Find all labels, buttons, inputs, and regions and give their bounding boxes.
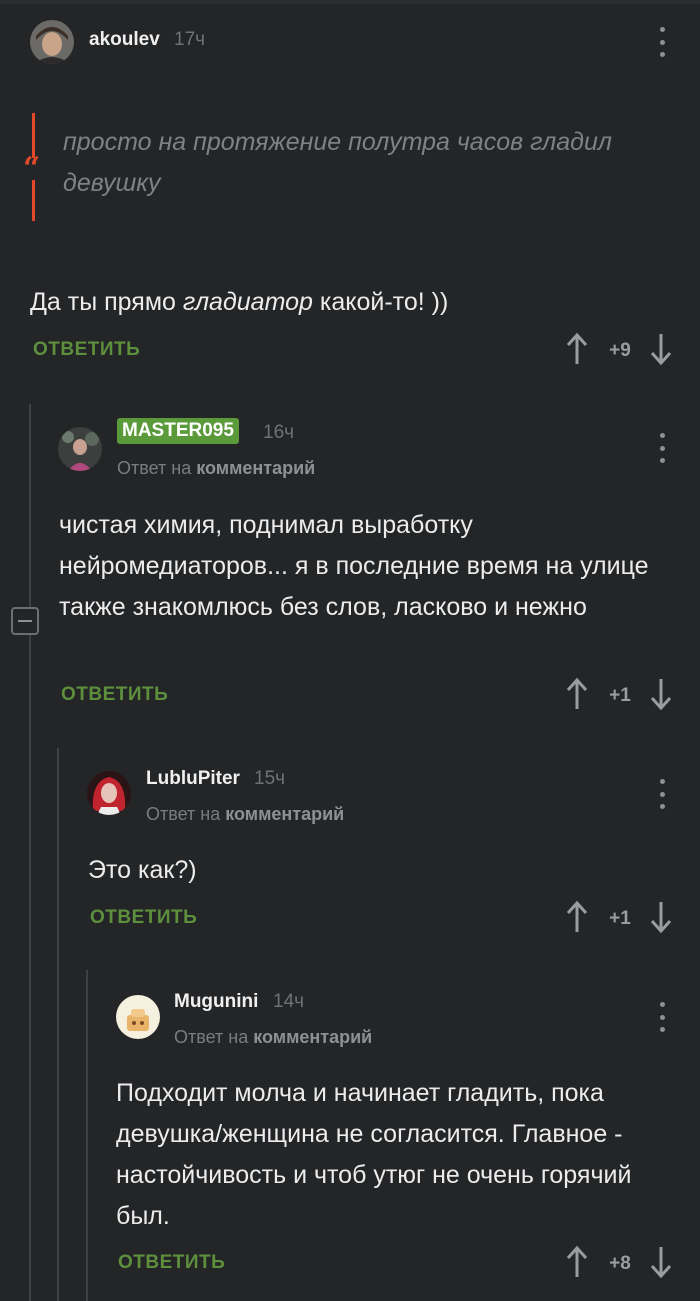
more-options-icon[interactable]: [656, 1002, 668, 1032]
reply-to-line: Ответ на комментарий: [146, 804, 345, 824]
username[interactable]: LubluPiter: [146, 768, 240, 790]
reply-to-link[interactable]: комментарий: [196, 458, 315, 478]
avatar[interactable]: [87, 771, 131, 815]
avatar[interactable]: [30, 20, 74, 64]
upvote-arrow-icon[interactable]: [565, 1245, 589, 1279]
thread-line-level-1: [29, 404, 31, 1301]
comment-time: 14ч: [273, 991, 305, 1012]
downvote-arrow-icon[interactable]: [649, 1245, 673, 1279]
comment-text: Это как?): [88, 856, 197, 884]
username[interactable]: Mugunini: [174, 991, 258, 1013]
username[interactable]: akoulev: [89, 29, 160, 51]
upvote-arrow-icon[interactable]: [565, 677, 589, 711]
reply-button[interactable]: ОТВЕТИТЬ: [90, 907, 197, 929]
avatar[interactable]: [116, 995, 160, 1039]
avatar[interactable]: [58, 427, 102, 471]
rating-count: +1: [609, 685, 631, 706]
downvote-arrow-icon[interactable]: [649, 900, 673, 934]
downvote-arrow-icon[interactable]: [649, 677, 673, 711]
comment-text: чистая химия, поднимал выработку нейроме…: [59, 511, 649, 621]
rating-count: +9: [609, 340, 631, 361]
rating-count: +8: [609, 1253, 631, 1274]
reply-button[interactable]: ОТВЕТИТЬ: [61, 684, 168, 706]
upvote-arrow-icon[interactable]: [565, 900, 589, 934]
reply-to-link[interactable]: комментарий: [253, 1027, 372, 1047]
thread-line-level-2: [57, 748, 59, 1301]
reply-to-line: Ответ на комментарий: [117, 458, 316, 478]
rating-count: +1: [609, 908, 631, 929]
reply-button[interactable]: ОТВЕТИТЬ: [118, 1252, 225, 1274]
comment-text: Подходит молча и начинает гладить, пока …: [116, 1079, 632, 1230]
top-divider: [0, 0, 700, 4]
collapse-thread-button[interactable]: [11, 607, 39, 635]
more-options-icon[interactable]: [656, 27, 668, 57]
comment-time: 17ч: [174, 29, 206, 50]
reply-button[interactable]: ОТВЕТИТЬ: [33, 339, 140, 361]
quote-icon: “: [23, 151, 41, 186]
username-badge[interactable]: MASTER095: [117, 418, 239, 444]
more-options-icon[interactable]: [656, 779, 668, 809]
reply-to-link[interactable]: комментарий: [225, 804, 344, 824]
reply-to-line: Ответ на комментарий: [174, 1027, 373, 1047]
quoted-text: просто на протяжение полутра часов глади…: [63, 128, 612, 197]
comment-text: Да ты прямо гладиатор какой-то! )): [30, 288, 449, 316]
more-options-icon[interactable]: [656, 433, 668, 463]
upvote-arrow-icon[interactable]: [565, 332, 589, 366]
thread-line-level-3: [86, 970, 88, 1301]
comment-time: 15ч: [254, 768, 286, 789]
comment-time: 16ч: [263, 422, 295, 443]
downvote-arrow-icon[interactable]: [649, 332, 673, 366]
